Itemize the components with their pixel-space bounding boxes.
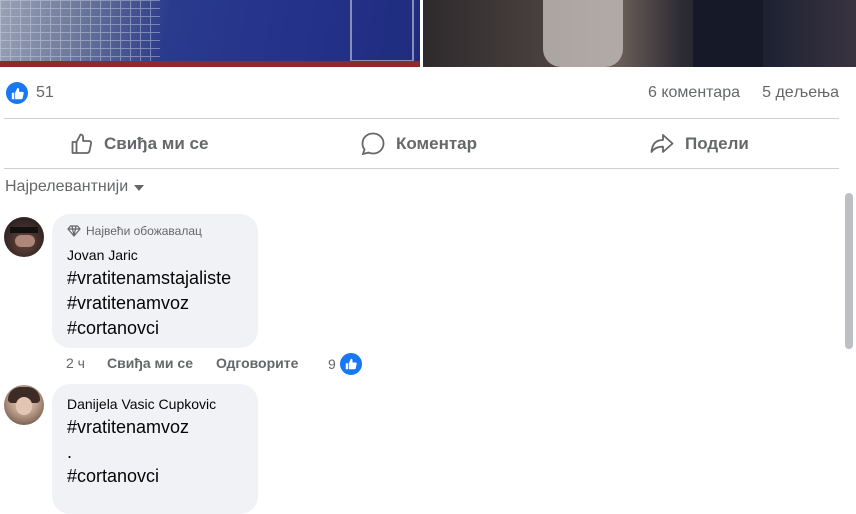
comments-count[interactable]: 6 коментара <box>648 84 740 102</box>
comment-time[interactable]: 2 ч <box>66 355 85 371</box>
comment-text: . <box>67 442 73 462</box>
comment-reaction-count: 9 <box>328 356 336 372</box>
thumbs-up-icon <box>71 133 93 154</box>
like-button[interactable]: Свиђа ми се <box>70 121 208 167</box>
scrollbar-thumb[interactable] <box>845 193 853 349</box>
like-icon[interactable] <box>6 82 28 104</box>
share-arrow-icon <box>650 134 674 153</box>
comment-button[interactable]: Коментар <box>360 121 477 167</box>
divider <box>4 118 839 119</box>
comments-sort-dropdown[interactable]: Најрелевантнији <box>5 178 145 196</box>
post-photo-2[interactable] <box>423 0 856 67</box>
caret-down-icon <box>134 185 145 191</box>
top-fan-badge[interactable]: Највећи обожавалац <box>67 224 202 238</box>
hashtag-link[interactable]: #vratitenamstajaliste <box>67 268 231 289</box>
badge-label: Највећи обожавалац <box>86 224 202 238</box>
post-stats: 51 6 коментара 5 дељења <box>0 80 856 108</box>
share-button[interactable]: Подели <box>649 121 749 167</box>
post-photos <box>0 0 856 67</box>
share-button-label: Подели <box>685 134 749 153</box>
speech-bubble-icon <box>361 132 385 156</box>
divider <box>4 168 839 169</box>
post-action-bar: Свиђа ми се Коментар Подели <box>0 121 856 167</box>
hashtag-link[interactable]: #cortanovci <box>67 318 159 339</box>
avatar[interactable] <box>4 385 44 425</box>
reaction-count[interactable]: 51 <box>36 84 54 102</box>
comment-reactions[interactable]: 9 <box>328 352 363 376</box>
shares-count[interactable]: 5 дељења <box>762 84 839 102</box>
avatar[interactable] <box>4 217 44 257</box>
comment-bubble: Danijela Vasic Cupkovic #vratitenamvoz .… <box>52 384 258 514</box>
comment-bubble: Највећи обожавалац Jovan Jaric #vratiten… <box>52 214 258 348</box>
diamond-icon <box>67 225 81 237</box>
comment-button-label: Коментар <box>396 134 477 153</box>
comment-reply-button[interactable]: Одговорите <box>216 355 298 371</box>
like-icon <box>338 352 363 376</box>
hashtag-link[interactable]: #vratitenamvoz <box>67 293 189 314</box>
comment-like-button[interactable]: Свиђа ми се <box>107 355 193 371</box>
post-photo-1[interactable] <box>0 0 420 67</box>
comments-sort-label: Најрелевантнији <box>5 178 129 195</box>
comment-author[interactable]: Jovan Jaric <box>67 247 138 263</box>
hashtag-link[interactable]: #cortanovci <box>67 466 159 487</box>
like-button-label: Свиђа ми се <box>104 134 209 153</box>
hashtag-link[interactable]: #vratitenamvoz <box>67 417 189 438</box>
comment-author[interactable]: Danijela Vasic Cupkovic <box>67 396 216 412</box>
